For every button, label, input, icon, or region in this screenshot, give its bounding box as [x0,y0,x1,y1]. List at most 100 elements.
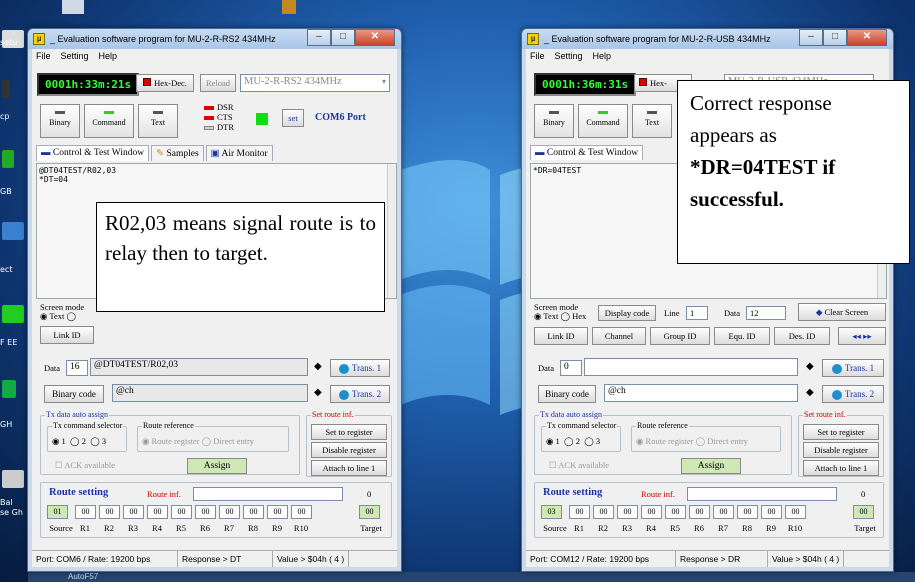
maximize-button[interactable]: □ [331,29,355,46]
equ-id-button[interactable]: Equ. ID [714,327,770,345]
eraser-icon[interactable]: ◆ [806,387,814,398]
tx-selector-radios[interactable]: ◉ 1 ◯ 2 ◯ 3 [546,436,600,447]
route-cell[interactable]: 00 [171,505,192,519]
attach-line-button[interactable]: Attach to line 1 [803,460,879,476]
route-cell[interactable]: 00 [761,505,782,519]
device-select[interactable]: MU-2-R-RS2 434MHz ▾ [240,74,390,92]
minimize-button[interactable]: – [799,29,823,46]
console-scrollbar[interactable] [387,164,396,298]
route-cell[interactable]: 00 [123,505,144,519]
desktop-icon[interactable] [2,470,24,488]
desktop-icon[interactable] [2,305,24,323]
route-cell[interactable]: 03 [541,505,562,519]
desktop-icon-top[interactable] [62,0,84,14]
menu-setting[interactable]: Setting [555,51,583,62]
eraser-icon[interactable]: ◆ [806,361,814,372]
route-cell[interactable]: 00 [359,505,380,519]
des-id-button[interactable]: Des. ID [774,327,830,345]
hex-dec-button[interactable]: Hex-Dec. [136,74,194,92]
display-code-button[interactable]: Display code [598,305,656,321]
route-cell[interactable]: 00 [713,505,734,519]
route-cell[interactable]: 00 [99,505,120,519]
route-cell[interactable]: 00 [219,505,240,519]
mode-command-button[interactable]: Command [84,104,134,138]
assign-button[interactable]: Assign [681,458,741,474]
trans2-button[interactable]: Trans. 2 [330,385,390,403]
menu-help[interactable]: Help [99,51,118,62]
minimize-button[interactable]: – [307,29,331,46]
screen-mode-radios[interactable]: ◉ Text ◯ Hex [534,312,586,321]
screen-mode-text-radio[interactable]: ◉ Text ◯ [40,312,84,321]
menu-help[interactable]: Help [593,51,612,62]
maximize-button[interactable]: □ [823,29,847,46]
route-reference-radios[interactable]: ◉ Route register ◯ Direct entry [636,436,748,447]
tab-control-test[interactable]: ▬ Control & Test Window [36,145,150,161]
route-cell[interactable]: 00 [267,505,288,519]
mode-text-button[interactable]: Text [138,104,178,138]
route-inf-field[interactable] [193,487,343,501]
route-cell[interactable]: 00 [665,505,686,519]
mode-binary-button[interactable]: Binary [40,104,80,138]
tab-samples[interactable]: ✎ Samples [151,145,204,161]
route-reference-radios[interactable]: ◉ Route register ◯ Direct entry [142,436,254,447]
clear-screen-button[interactable]: ◆ Clear Screen [798,303,886,321]
trans2-button[interactable]: Trans. 2 [822,385,884,403]
eraser-icon[interactable]: ◆ [314,361,322,372]
mode-text-button[interactable]: Text [632,104,672,138]
line-field[interactable]: 1 [686,306,708,320]
desktop-icon[interactable] [2,80,10,98]
binary-code-button[interactable]: Binary code [44,385,104,403]
binary-code-button[interactable]: Binary code [538,385,596,403]
close-button[interactable]: ✕ [847,29,887,46]
route-cell[interactable]: 00 [569,505,590,519]
binary-code-input[interactable]: @ch [112,384,308,402]
link-id-button[interactable]: Link ID [40,326,94,344]
attach-line-button[interactable]: Attach to line 1 [311,460,387,476]
close-button[interactable]: ✕ [355,29,395,46]
disable-register-button[interactable]: Disable register [311,442,387,458]
data-input[interactable] [584,358,798,376]
disable-register-button[interactable]: Disable register [803,442,879,458]
group-id-button[interactable]: Group ID [650,327,710,345]
route-cell[interactable]: 00 [853,505,874,519]
menu-file[interactable]: File [530,51,545,62]
route-cell[interactable]: 00 [195,505,216,519]
mode-binary-button[interactable]: Binary [534,104,574,138]
title-bar[interactable]: µ _ Evaluation software program for MU-2… [522,29,893,49]
tab-air-monitor[interactable]: ▣ Air Monitor [205,145,273,161]
mode-command-button[interactable]: Command [578,104,628,138]
eraser-icon[interactable]: ◆ [314,387,322,398]
tab-control-test[interactable]: ▬ Control & Test Window [530,145,644,160]
reload-button[interactable]: Reload [200,74,236,92]
set-to-register-button[interactable]: Set to register [803,424,879,440]
data-count-field[interactable]: 12 [746,306,786,320]
desktop-icon[interactable] [2,222,24,240]
port-button[interactable]: COM6 Port [315,112,366,123]
route-cell[interactable]: 00 [243,505,264,519]
route-cell[interactable]: 00 [689,505,710,519]
route-cell[interactable]: 00 [785,505,806,519]
assign-button[interactable]: Assign [187,458,247,474]
data-length-field[interactable]: 16 [66,360,88,376]
ack-checkbox[interactable]: ☐ ACK available [55,460,115,471]
trans1-button[interactable]: Trans. 1 [330,359,390,377]
trans1-button[interactable]: Trans. 1 [822,359,884,377]
channel-button[interactable]: Channel [592,327,646,345]
route-cell[interactable]: 00 [737,505,758,519]
route-cell[interactable]: 00 [617,505,638,519]
menu-file[interactable]: File [36,51,51,62]
scroll-arrows-button[interactable]: ◂◂ ▸▸ [838,327,886,345]
route-cell[interactable]: 01 [47,505,68,519]
desktop-icon[interactable] [2,380,16,398]
route-cell[interactable]: 00 [291,505,312,519]
route-cell[interactable]: 00 [75,505,96,519]
route-cell[interactable]: 00 [593,505,614,519]
set-to-register-button[interactable]: Set to register [311,424,387,440]
desktop-icon[interactable] [2,150,14,168]
set-button[interactable]: set [282,109,304,127]
route-cell[interactable]: 00 [147,505,168,519]
route-inf-field[interactable] [687,487,837,501]
data-length-field[interactable]: 0 [560,360,582,376]
menu-setting[interactable]: Setting [61,51,89,62]
title-bar[interactable]: µ _ Evaluation software program for MU-2… [28,29,401,49]
